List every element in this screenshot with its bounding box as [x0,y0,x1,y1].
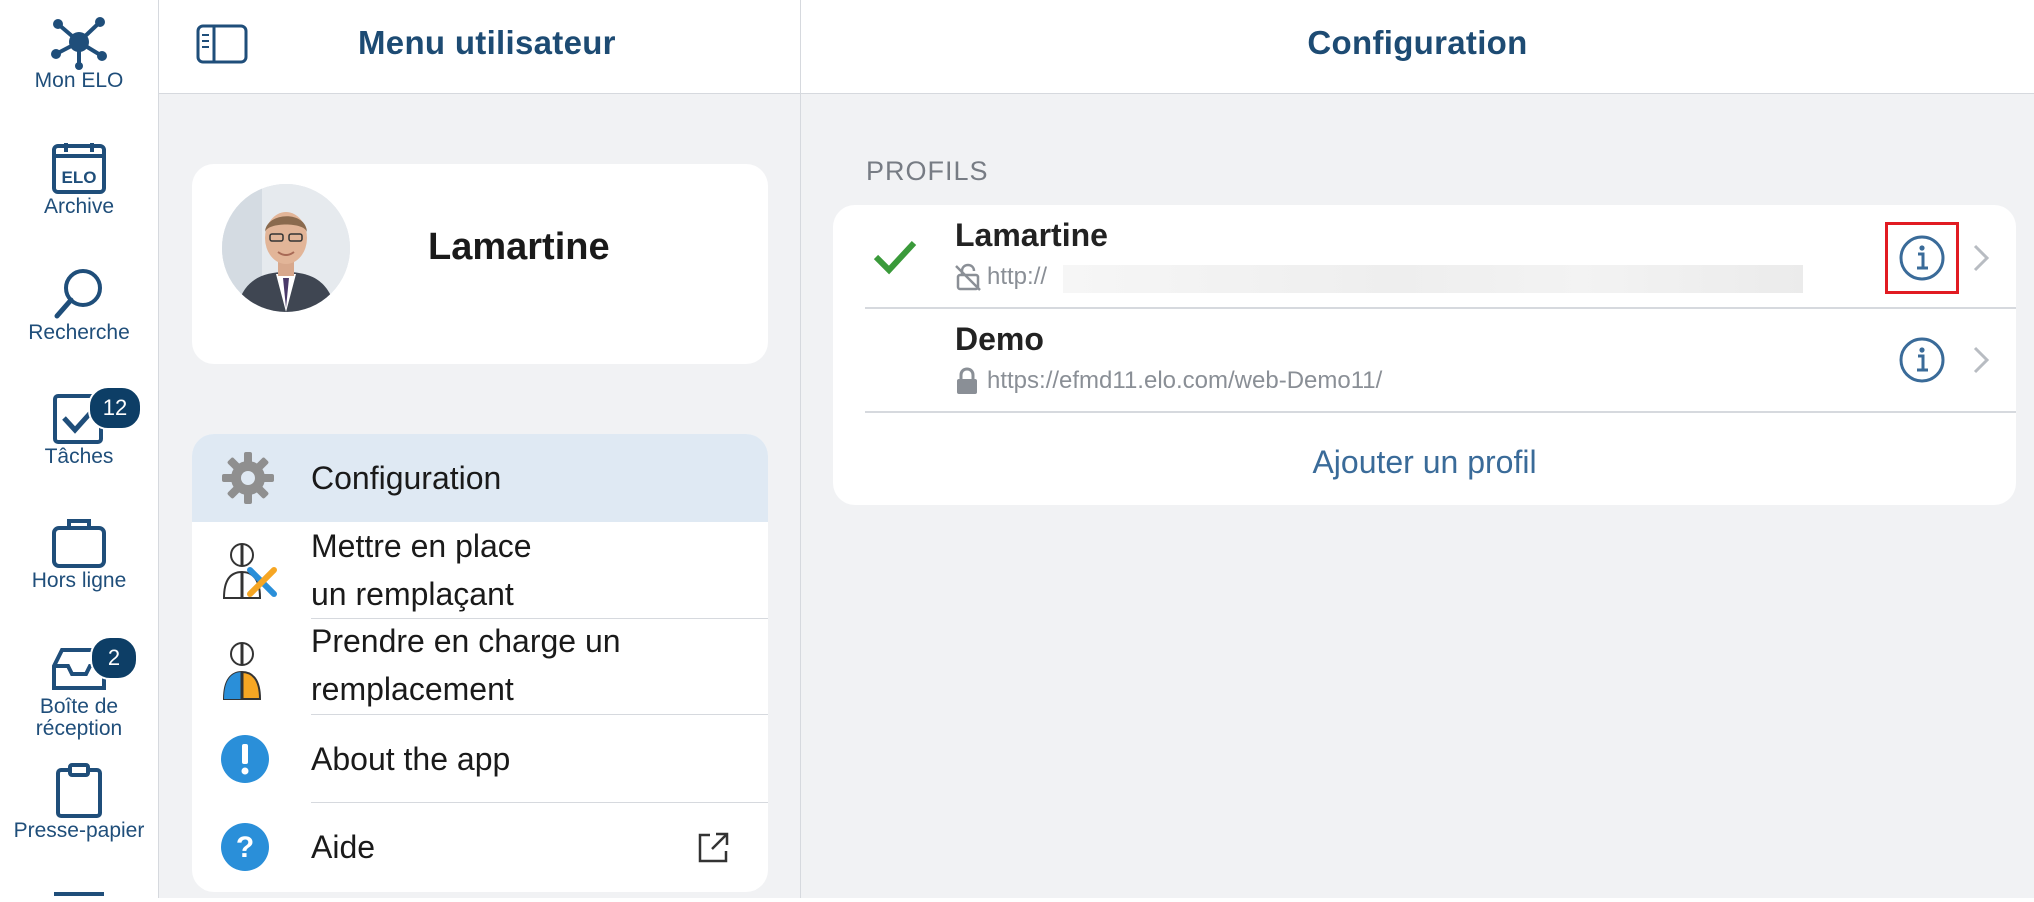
rail-label: Boîte de réception [35,695,123,740]
chevron-right-icon [1973,346,1990,374]
profile-url: http:// [955,263,1047,291]
profile-divider [865,411,2016,413]
svg-text:?: ? [236,831,254,864]
menu-item-label-line2: un remplaçant [311,576,514,612]
rail-item-mon-elo[interactable]: Mon ELO [0,14,158,92]
elo-archive-icon: ELO [52,143,106,194]
rail-label: Recherche [28,321,130,344]
profile-name: Lamartine [955,217,1108,253]
rail-label: Mon ELO [34,69,124,92]
profile-url-text: https://efmd11.elo.com/web-Demo11/ [987,367,1383,394]
info-icon[interactable] [1898,336,1946,384]
avatar [222,184,350,312]
menu-item-label-line1: Mettre en place [311,528,532,564]
network-hub-icon [51,17,107,70]
question-circle-icon: ? [221,823,269,871]
tasks-count-badge: 12 [88,386,142,430]
user-name: Lamartine [428,226,610,268]
checkmark-icon [873,240,917,275]
menu-item-set-substitute[interactable]: Mettre en place un remplaçant [192,522,768,619]
chevron-right-icon [1973,244,1990,272]
unlocked-slash-icon [955,263,981,291]
configuration-panel: PROFILS Lamartine http:// Demo https://e… [801,94,2034,898]
profile-row-lamartine[interactable]: Lamartine http:// [833,205,2016,309]
profile-url-text: http:// [987,263,1048,290]
rail-label: Archive [43,195,115,218]
exclamation-circle-icon [221,735,269,783]
lock-icon [957,367,977,394]
configuration-title: Configuration [1307,24,1528,61]
user-menu-header: Menu utilisateur [159,0,801,94]
menu-item-aide[interactable]: ? Aide [192,803,768,892]
menu-item-label-line2: remplacement [311,671,514,707]
search-icon [54,269,102,319]
menu-item-configuration[interactable]: Configuration [192,434,768,522]
menu-item-about-the-app[interactable]: About the app [192,715,768,803]
external-link-icon [698,832,729,863]
briefcase-icon [52,519,106,568]
rail-item-presse-papier[interactable]: Presse-papier [0,762,158,842]
rail-label: Tâches [44,445,114,468]
configuration-header: Configuration [801,0,2034,94]
info-icon[interactable] [1898,234,1946,282]
menu-item-take-over-substitute[interactable]: Prendre en charge un remplacement [192,619,768,715]
set-substitute-icon [222,543,277,599]
profile-row-demo[interactable]: Demo https://efmd11.elo.com/web-Demo11/ [833,309,2016,413]
profile-url: https://efmd11.elo.com/web-Demo11/ [955,367,1382,395]
profiles-list: Lamartine http:// Demo https://efmd11.el… [833,205,2016,505]
left-navigation-rail: Mon ELO ELO Archive Recherche 12 Tâches [0,0,159,898]
rail-item-hors-ligne[interactable]: Hors ligne [0,516,158,592]
menu-item-label: About the app [311,741,511,777]
user-menu-panel: Lamartine Configuration Mettre en place … [159,94,801,898]
rail-item-boite-de-reception[interactable]: 2 Boîte de réception [0,636,158,740]
user-menu-title: Menu utilisateur [358,24,616,61]
rail-more-item-partial [54,892,104,902]
redacted-url-area [1063,265,1803,293]
rail-label: Presse-papier [13,819,145,842]
profiles-section-heading: PROFILS [866,156,989,186]
menu-item-label: Configuration [311,460,502,496]
user-card[interactable]: Lamartine [192,164,768,364]
profile-name: Demo [955,321,1044,357]
svg-text:ELO: ELO [62,168,97,187]
rail-label: Hors ligne [31,569,127,592]
rail-item-archive[interactable]: ELO Archive [0,140,158,218]
add-profile-button[interactable]: Ajouter un profil [833,419,2016,505]
inbox-count-badge: 2 [90,636,138,680]
take-over-substitute-icon [222,642,262,700]
rail-item-recherche[interactable]: Recherche [0,266,158,344]
user-menu-list: Configuration Mettre en place un remplaç… [192,434,768,892]
sidebar-toggle-icon[interactable] [196,24,248,66]
clipboard-icon [56,763,102,818]
menu-item-label: Aide [311,829,376,865]
gear-icon [222,452,274,504]
menu-item-label-line1: Prendre en charge un [311,623,621,659]
rail-item-taches[interactable]: 12 Tâches [0,386,158,468]
